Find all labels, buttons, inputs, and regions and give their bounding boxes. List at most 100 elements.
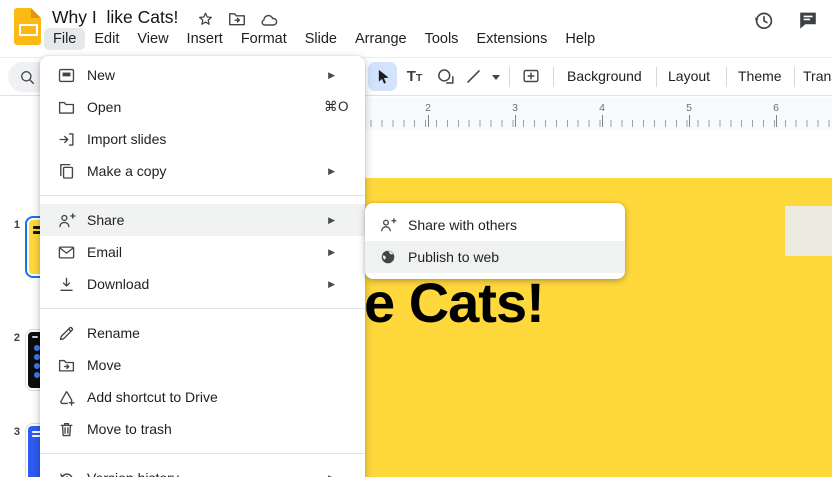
menu-item-label: Import slides [87,131,349,147]
import-slides-icon [57,130,76,149]
menu-help[interactable]: Help [556,28,604,50]
ruler-major-tick [776,115,777,127]
ruler-label: 5 [686,102,692,114]
menu-item-version-history[interactable]: Version history ▶ [40,462,365,477]
new-presentation-icon [57,66,76,85]
shape-tool-button[interactable] [432,62,459,91]
menu-item-rename[interactable]: Rename [40,317,365,349]
menu-item-label: Move [87,357,349,373]
menu-extensions[interactable]: Extensions [467,28,556,50]
menu-item-move-to-trash[interactable]: Move to trash [40,413,365,445]
menu-item-label: Add shortcut to Drive [87,389,349,405]
insert-comment-button[interactable] [516,62,545,91]
line-tool-dropdown-caret[interactable] [492,75,500,80]
menu-item-label: Email [87,244,328,260]
line-tool-button[interactable] [461,62,486,91]
document-title[interactable]: Why I like Cats! [52,7,178,28]
ruler-label: 4 [599,102,605,114]
file-menu: New ▶ Open ⌘O Import slides Make a copy … [40,56,365,477]
rename-pencil-icon [57,324,76,343]
menu-item-label: Version history [87,470,328,477]
globe-icon [379,248,397,266]
line-icon [464,67,483,86]
person-add-icon [379,216,397,234]
version-history-icon [57,469,76,477]
menu-item-label: Share [87,212,328,228]
star-icon[interactable] [195,9,215,29]
share-submenu: Share with others Publish to web [365,203,625,279]
text-box-tool-button[interactable]: TT [401,62,428,91]
ruler-major-tick [602,115,603,127]
toolbar-separator [553,67,554,87]
slide-image-block[interactable] [785,206,832,256]
ruler-major-tick [428,115,429,127]
search-icon [18,68,37,87]
open-folder-icon [57,98,76,117]
menu-item-open[interactable]: Open ⌘O [40,91,365,123]
toolbar-separator [726,67,727,87]
menu-item-label: Rename [87,325,349,341]
menu-file[interactable]: File [44,28,85,50]
move-folder-icon [57,356,76,375]
move-to-folder-icon[interactable] [227,9,247,29]
copy-icon [57,162,76,181]
menu-item-import-slides[interactable]: Import slides [40,123,365,155]
drive-add-icon [57,388,76,407]
google-slides-window: e Cats! 2 3 4 5 6 1 2 3 [0,0,832,477]
menu-item-move[interactable]: Move [40,349,365,381]
theme-button[interactable]: Theme [738,68,782,84]
slide-number: 2 [4,332,20,344]
submenu-arrow-icon: ▶ [328,473,335,477]
menu-format[interactable]: Format [232,28,296,50]
submenu-arrow-icon: ▶ [328,215,335,226]
slides-logo-icon[interactable] [14,8,41,45]
toolbar-separator [656,67,657,87]
menu-item-label: Make a copy [87,163,328,179]
ruler-label: 6 [773,102,779,114]
menu-item-label: New [87,67,328,83]
slide-number: 3 [4,426,20,438]
ruler-major-tick [515,115,516,127]
submenu-arrow-icon: ▶ [328,247,335,258]
menu-divider [40,453,365,454]
menu-divider [40,195,365,196]
menu-item-email[interactable]: Email ▶ [40,236,365,268]
download-icon [57,275,76,294]
submenu-arrow-icon: ▶ [328,166,335,177]
comments-icon[interactable] [796,8,820,32]
menu-item-make-a-copy[interactable]: Make a copy ▶ [40,155,365,187]
submenu-item-share-with-others[interactable]: Share with others [365,209,625,241]
menu-item-download[interactable]: Download ▶ [40,268,365,300]
transition-button[interactable]: Transition [803,68,832,84]
person-add-icon [57,211,76,230]
menu-tools[interactable]: Tools [416,28,468,50]
menu-insert[interactable]: Insert [178,28,232,50]
menu-item-add-shortcut-to-drive[interactable]: Add shortcut to Drive [40,381,365,413]
menu-item-label: Download [87,276,328,292]
menu-slide[interactable]: Slide [296,28,346,50]
menu-divider [40,308,365,309]
submenu-item-label: Share with others [408,217,517,233]
menu-item-label: Open [87,99,324,115]
toolbar-separator [794,67,795,87]
version-history-icon[interactable] [751,8,775,32]
add-comment-icon [521,67,541,87]
ruler-label: 2 [425,102,431,114]
background-button[interactable]: Background [567,68,642,84]
ruler-major-tick [689,115,690,127]
menu-edit[interactable]: Edit [85,28,128,50]
menu-item-share[interactable]: Share ▶ [40,204,365,236]
menu-view[interactable]: View [128,28,177,50]
select-tool-button[interactable] [368,62,397,91]
submenu-arrow-icon: ▶ [328,70,335,81]
slide-title-text[interactable]: e Cats! [364,275,544,331]
menu-item-new[interactable]: New ▶ [40,59,365,91]
submenu-item-publish-to-web[interactable]: Publish to web [365,241,625,273]
cloud-status-icon[interactable] [259,9,279,29]
submenu-item-label: Publish to web [408,249,499,265]
ruler-label: 3 [512,102,518,114]
menu-arrange[interactable]: Arrange [346,28,416,50]
thumb-text-mark [32,336,38,338]
title-bar: Why I like Cats! File Edit View Insert F… [0,0,832,57]
layout-button[interactable]: Layout [668,68,710,84]
